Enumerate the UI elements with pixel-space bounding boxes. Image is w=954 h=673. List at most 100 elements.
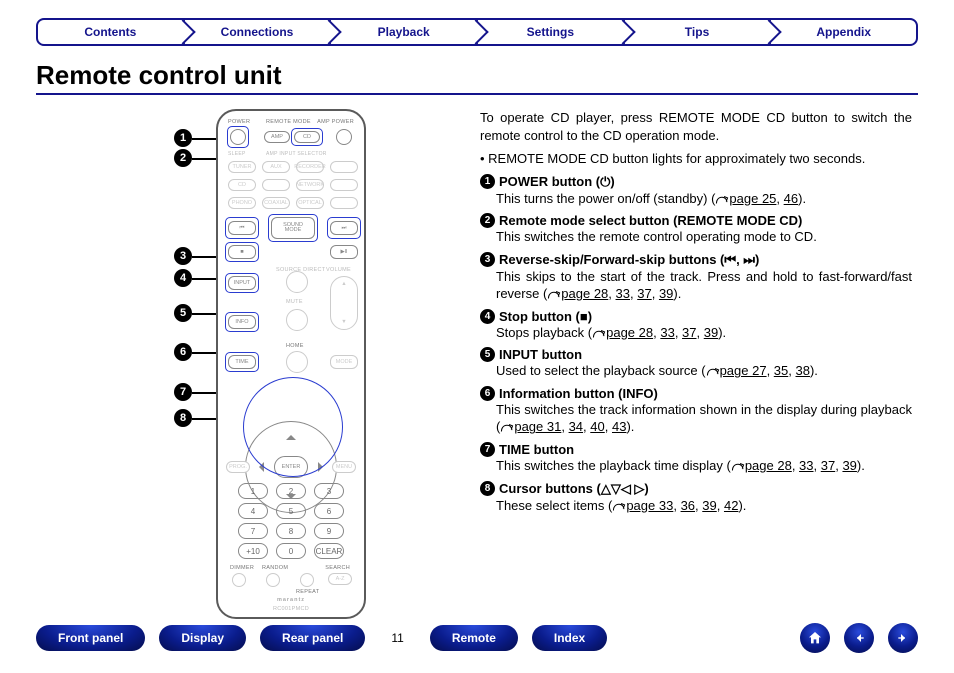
item-2-badge: 2 <box>480 213 495 228</box>
tab-appendix[interactable]: Appendix <box>771 20 916 44</box>
item-5-title: INPUT button <box>499 347 582 362</box>
remote-body: POWER REMOTE MODE AMP POWER AMP CD SLEEP… <box>216 109 366 619</box>
label-amp-power: AMP POWER <box>317 119 354 125</box>
tab-settings[interactable]: Settings <box>478 20 625 44</box>
src-tuner: TUNER <box>228 161 256 173</box>
tab-tips[interactable]: Tips <box>625 20 772 44</box>
num-4: 4 <box>238 503 268 519</box>
page-link[interactable]: 39 <box>704 325 718 340</box>
remote-mode: MODE <box>330 355 358 369</box>
item-5-head: 5INPUT button <box>480 347 912 362</box>
page-link[interactable]: page 33 <box>626 498 673 513</box>
item-8-head: 8Cursor buttons (△▽◁ ▷) <box>480 481 912 497</box>
page-link[interactable]: 39 <box>702 498 716 513</box>
remote-prog: PROG. <box>226 461 250 473</box>
item-6-badge: 6 <box>480 386 495 401</box>
nav-front-panel[interactable]: Front panel <box>36 625 145 651</box>
nav-remote[interactable]: Remote <box>430 625 518 651</box>
nav-index[interactable]: Index <box>532 625 607 651</box>
src-cd: CD <box>228 179 256 191</box>
item-6-head: 6Information button (INFO) <box>480 386 912 401</box>
item-4-body: Stops playback (page 28, 33, 37, 39). <box>480 324 912 342</box>
tab-contents[interactable]: Contents <box>38 20 185 44</box>
nav-next-button[interactable] <box>888 623 918 653</box>
highlight-input <box>225 273 259 293</box>
page-link[interactable]: page 27 <box>720 363 767 378</box>
label-power: POWER <box>228 119 250 125</box>
callout-1: 1 <box>174 129 192 147</box>
nav-rear-panel[interactable]: Rear panel <box>260 625 365 651</box>
page-link[interactable]: 35 <box>774 363 788 378</box>
remote-diagram: 1 2 3 4 5 6 7 8 POWER REMOTE MODE AMP PO… <box>36 109 456 629</box>
page-link[interactable]: page 28 <box>745 458 792 473</box>
item-3-head: 3Reverse-skip/Forward-skip buttons (⏮, ⏭… <box>480 252 912 268</box>
callout-6: 6 <box>174 343 192 361</box>
highlight-time <box>225 352 259 372</box>
intro-bullet: • REMOTE MODE CD button lights for appro… <box>480 150 912 168</box>
page-link[interactable]: 36 <box>681 498 695 513</box>
src-coaxial: COAXIAL <box>262 197 290 209</box>
page-link[interactable]: page 28 <box>606 325 653 340</box>
item-7-body: This switches the playback time display … <box>480 457 912 475</box>
page-link[interactable]: 40 <box>590 419 604 434</box>
label-dimmer: DIMMER <box>230 565 254 571</box>
page-link[interactable]: 34 <box>569 419 583 434</box>
highlight-dpad <box>243 377 343 477</box>
src-optical: OPTICAL <box>296 197 324 209</box>
page-link[interactable]: page 25 <box>729 191 776 206</box>
highlight-stop <box>225 242 259 262</box>
src-recorder: RECORDER <box>296 161 324 173</box>
item-3-title: Reverse-skip/Forward-skip buttons (⏮, ⏭) <box>499 252 759 268</box>
remote-random <box>266 573 280 587</box>
tab-playback[interactable]: Playback <box>331 20 478 44</box>
num-1: 1 <box>238 483 268 499</box>
item-2-title: Remote mode select button (REMOTE MODE C… <box>499 213 802 228</box>
item-1-badge: 1 <box>480 174 495 189</box>
page-link[interactable]: 42 <box>724 498 738 513</box>
page-link[interactable]: page 31 <box>514 419 561 434</box>
page-link[interactable]: 38 <box>796 363 810 378</box>
item-1-head: 1POWER button (⏻) <box>480 174 912 190</box>
remote-amp-power <box>336 129 352 145</box>
num-2: 2 <box>276 483 306 499</box>
label-random: RANDOM <box>262 565 288 571</box>
page-link[interactable]: 46 <box>784 191 798 206</box>
callout-8: 8 <box>174 409 192 427</box>
highlight-info <box>225 312 259 332</box>
nav-display[interactable]: Display <box>159 625 246 651</box>
nav-home-button[interactable] <box>800 623 830 653</box>
highlight-fwd-skip <box>327 217 361 239</box>
page-link[interactable]: 39 <box>842 458 856 473</box>
callout-5: 5 <box>174 304 192 322</box>
item-6-body: This switches the track information show… <box>480 401 912 436</box>
remote-menu: MENU <box>332 461 356 473</box>
callout-7: 7 <box>174 383 192 401</box>
page-link[interactable]: 33 <box>616 286 630 301</box>
item-7-title: TIME button <box>499 442 574 457</box>
tab-connections[interactable]: Connections <box>185 20 332 44</box>
item-3-body: This skips to the start of the track. Pr… <box>480 268 912 303</box>
page-link[interactable]: 33 <box>799 458 813 473</box>
src-blank4 <box>330 197 358 209</box>
page-link[interactable]: 37 <box>637 286 651 301</box>
callout-4: 4 <box>174 269 192 287</box>
page-link[interactable]: 37 <box>682 325 696 340</box>
highlight-power <box>227 126 249 148</box>
item-8-badge: 8 <box>480 481 495 496</box>
nav-prev-button[interactable] <box>844 623 874 653</box>
highlight-sound-mode <box>268 214 318 242</box>
description-column: To operate CD player, press REMOTE MODE … <box>480 109 918 520</box>
label-volume: VOLUME <box>326 267 351 273</box>
page-link[interactable]: 33 <box>660 325 674 340</box>
page-link[interactable]: 43 <box>612 419 626 434</box>
num-clear: CLEAR <box>314 543 344 559</box>
page-link[interactable]: page 28 <box>561 286 608 301</box>
remote-model: RC001PMCD <box>273 606 309 612</box>
src-blank3 <box>330 179 358 191</box>
label-home: HOME <box>286 343 304 349</box>
page-link[interactable]: 39 <box>659 286 673 301</box>
page-link[interactable]: 37 <box>821 458 835 473</box>
item-5-body: Used to select the playback source (page… <box>480 362 912 380</box>
src-blank2 <box>262 179 290 191</box>
label-search: SEARCH <box>325 565 350 571</box>
